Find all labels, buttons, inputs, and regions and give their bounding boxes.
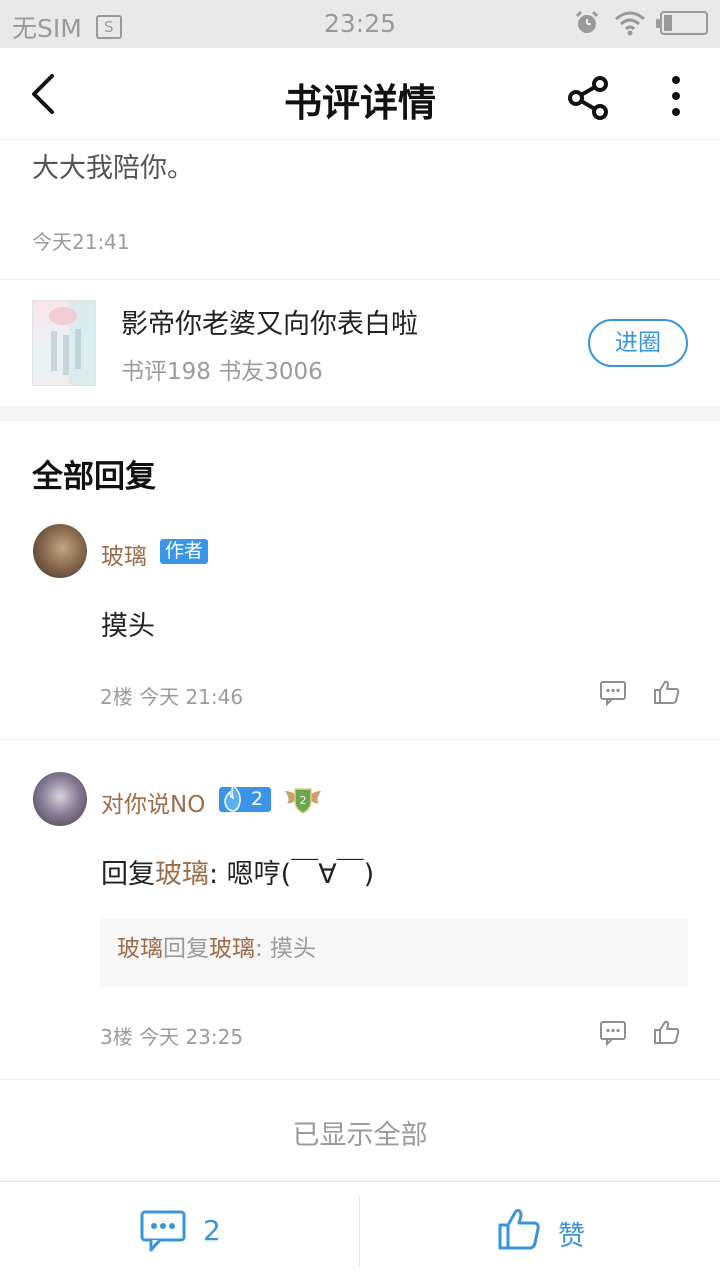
reply-floor-time: 2楼 今天 21:46 (100, 685, 244, 709)
comment-button[interactable]: 2 (0, 1182, 359, 1280)
quoted-target[interactable]: 玻璃 (209, 936, 255, 962)
reply-body: 摸头 (101, 611, 155, 642)
join-circle-button[interactable]: 进圈 (588, 319, 688, 367)
reply-prefix: 回复 (101, 859, 155, 890)
avatar[interactable] (33, 772, 87, 826)
svg-text:2: 2 (300, 794, 307, 807)
section-separator (0, 406, 720, 422)
wifi-icon (615, 11, 645, 36)
reply-comment-icon[interactable] (599, 1020, 627, 1046)
battery-icon (656, 11, 708, 35)
review-timestamp: 今天21:41 (32, 230, 130, 254)
reply-target-username[interactable]: 玻璃 (155, 859, 209, 890)
like-button[interactable]: 赞 (360, 1182, 720, 1280)
divider (0, 279, 720, 280)
divider (0, 739, 720, 740)
reply-text: : 嗯哼(￣∀￣) (209, 859, 375, 890)
status-bar: 无SIM S 23:25 (0, 0, 720, 48)
flame-icon (224, 783, 241, 812)
top-navigation-bar: 书评详情 (0, 48, 720, 140)
fire-level-badge: 2 (219, 783, 271, 812)
share-icon[interactable] (564, 74, 612, 122)
thumbs-up-icon[interactable] (497, 1207, 541, 1251)
book-card[interactable]: 影帝你老婆又向你表白啦 书评198 书友3006 进圈 (0, 281, 720, 405)
reply-like-icon[interactable] (653, 1019, 681, 1045)
book-title[interactable]: 影帝你老婆又向你表白啦 (121, 302, 418, 341)
book-stats: 书评198 书友3006 (121, 359, 323, 385)
divider (0, 1079, 720, 1080)
comment-count: 2 (203, 1214, 221, 1247)
avatar[interactable] (33, 524, 87, 578)
quoted-text: : 摸头 (255, 936, 317, 962)
reply-like-icon[interactable] (653, 679, 681, 705)
book-cover-image[interactable] (32, 300, 96, 386)
alarm-icon (575, 10, 599, 33)
reply-username[interactable]: 玻璃 (101, 537, 147, 571)
quoted-reply[interactable]: 玻璃回复玻璃: 摸头 (100, 919, 688, 987)
end-of-list-label: 已显示全部 (292, 1120, 428, 1151)
bottom-action-bar: 2 赞 (0, 1181, 720, 1280)
reply-username[interactable]: 对你说NO (101, 785, 205, 819)
fire-level-number: 2 (251, 788, 264, 810)
author-badge: 作者 (160, 539, 208, 564)
all-replies-heading: 全部回复 (32, 459, 156, 495)
reply-floor-time: 3楼 今天 23:25 (100, 1025, 244, 1049)
reply-comment-icon[interactable] (599, 680, 627, 706)
more-options-icon[interactable] (658, 72, 694, 120)
reply-body: 回复玻璃: 嗯哼(￣∀￣) (101, 852, 374, 891)
like-label: 赞 (558, 1221, 585, 1252)
quoted-verb: 回复 (163, 936, 209, 962)
review-text: 大大我陪你。 (32, 153, 194, 184)
page-title: 书评详情 (283, 80, 436, 125)
wing-level-badge-icon: 2 (285, 788, 321, 814)
quoted-author[interactable]: 玻璃 (117, 936, 163, 962)
back-arrow-icon[interactable] (18, 66, 74, 122)
comment-icon[interactable] (139, 1209, 187, 1253)
